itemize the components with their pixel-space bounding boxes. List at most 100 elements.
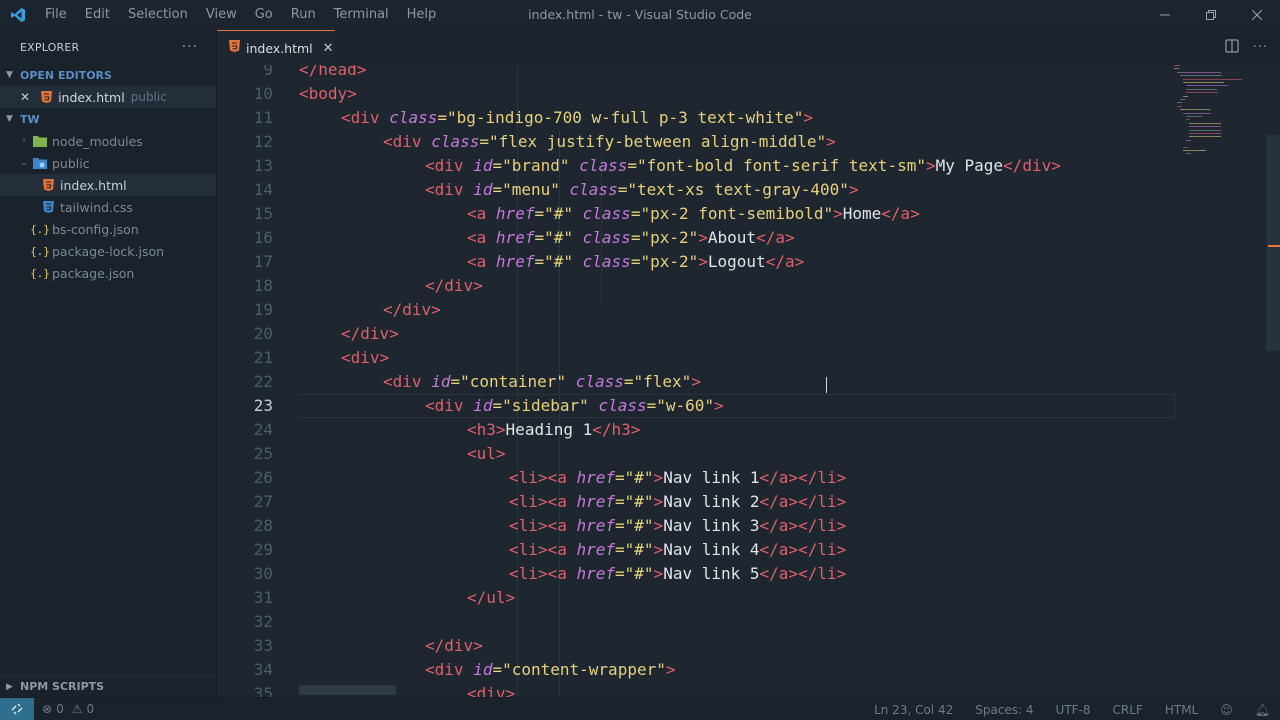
line-number: 14 (253, 180, 273, 199)
line-code: <div class="bg-indigo-700 w-full p-3 tex… (341, 108, 814, 127)
tab-index-html[interactable]: index.html ✕ (217, 30, 335, 65)
minimap-line (1189, 126, 1221, 128)
minimap-line (1186, 119, 1190, 121)
code-line: 29 <li><a href="#">Nav link 4</a></li> (217, 538, 1280, 562)
minimize-button[interactable] (1142, 0, 1188, 30)
code-line: 13 <div id="brand" class="font-bold font-… (217, 154, 1280, 178)
menu-selection[interactable]: Selection (119, 0, 197, 30)
feedback-icon[interactable]: ☺ (1220, 703, 1233, 717)
folder-open-icon (32, 157, 48, 169)
minimap-line (1183, 146, 1189, 148)
title-bar: File Edit Selection View Go Run Terminal Help i… (0, 0, 1280, 30)
minimap-line (1183, 78, 1243, 80)
tree-item[interactable]: {.} bs-config.json (0, 218, 216, 240)
menu-file[interactable]: File (36, 0, 76, 30)
status-bar: ⊗ 0 ⚠ 0 Ln 23, Col 42 Spaces: 4 UTF-8 CR… (0, 697, 1280, 720)
editor-tabs: index.html ✕ ··· (217, 30, 1280, 65)
html-file-icon (40, 179, 56, 191)
code-line: 28 <li><a href="#">Nav link 3</a></li> (217, 514, 1280, 538)
line-number: 17 (253, 252, 273, 271)
minimap-line (1189, 122, 1221, 124)
menu-bar: File Edit Selection View Go Run Terminal Help (36, 0, 445, 30)
split-editor-icon[interactable] (1225, 39, 1239, 57)
menu-help[interactable]: Help (398, 0, 446, 30)
line-number: 19 (253, 300, 273, 319)
minimap-line (1186, 139, 1191, 141)
indentation[interactable]: Spaces: 4 (975, 703, 1033, 717)
warning-count: 0 (86, 702, 95, 716)
tree-item[interactable]: › node_modules (0, 130, 216, 152)
menu-edit[interactable]: Edit (76, 0, 119, 30)
code-line: 26 <li><a href="#">Nav link 1</a></li> (217, 466, 1280, 490)
npm-scripts-section[interactable]: ▶ NPM SCRIPTS (0, 675, 216, 697)
code-line: 30 <li><a href="#">Nav link 5</a></li> (217, 562, 1280, 586)
line-code: <div> (467, 684, 516, 697)
code-line: 14 <div id="menu" class="text-xs text-gra… (217, 178, 1280, 202)
minimap-line (1180, 99, 1186, 100)
minimap-line (1186, 88, 1217, 90)
close-tab-icon[interactable]: ✕ (323, 41, 334, 56)
error-count: 0 (56, 702, 64, 716)
minimap-line (1189, 129, 1221, 131)
tree-item-label: tailwind.css (60, 199, 133, 215)
language-mode[interactable]: HTML (1165, 703, 1198, 717)
code-editor[interactable]: 9 </head> 10 <body> 11 <div class="bg-indigo-… (217, 65, 1280, 697)
text-cursor (826, 377, 827, 393)
tree-item[interactable]: tailwind.css (0, 196, 216, 218)
line-number: 20 (253, 324, 273, 343)
line-code: <div> (341, 348, 390, 367)
line-code: <body> (299, 84, 357, 103)
close-icon[interactable]: ✕ (20, 90, 30, 104)
line-number: 29 (253, 540, 273, 559)
encoding[interactable]: UTF-8 (1056, 703, 1091, 717)
code-line: 24 <h3>Heading 1</h3> (217, 418, 1280, 442)
warning-icon: ⚠ (71, 702, 83, 716)
open-editor-item[interactable]: ✕ index.html public (0, 86, 216, 108)
minimap-line (1183, 150, 1207, 151)
menu-view[interactable]: View (197, 0, 246, 30)
line-number: 11 (253, 108, 273, 127)
code-line: 22 <div id="container" class="flex"> (217, 370, 1280, 394)
line-number: 23 (253, 396, 273, 415)
line-number: 12 (253, 132, 273, 151)
line-number: 33 (253, 636, 273, 655)
cursor-position[interactable]: Ln 23, Col 42 (874, 703, 953, 717)
vertical-scrollbar[interactable] (1266, 135, 1280, 351)
minimap[interactable] (1174, 65, 1254, 175)
workspace-section[interactable]: ▼ TW (0, 108, 216, 130)
open-editors-section[interactable]: ▼ OPEN EDITORS (0, 64, 216, 86)
tree-item[interactable]: {.} package.json (0, 262, 216, 284)
code-line: 15 <a href="#" class="px-2 font-semibold"… (217, 202, 1280, 226)
problems-indicator[interactable]: ⊗ 0 ⚠ 0 (42, 702, 94, 716)
more-actions-icon[interactable]: ··· (1253, 40, 1268, 55)
tree-item[interactable]: index.html (0, 174, 216, 196)
menu-terminal[interactable]: Terminal (325, 0, 398, 30)
close-window-button[interactable] (1234, 0, 1280, 30)
more-actions-icon[interactable]: ··· (182, 39, 198, 55)
code-line: 10 <body> (217, 82, 1280, 106)
minimap-line (1174, 65, 1181, 66)
code-line: 32 (217, 610, 1280, 634)
html-file-icon (229, 40, 240, 56)
horizontal-scrollbar[interactable] (299, 685, 396, 695)
line-number: 31 (253, 588, 273, 607)
remote-icon (11, 703, 23, 715)
bell-icon[interactable]: 🔔︎ (1255, 703, 1270, 717)
tree-item[interactable]: {.} package-lock.json (0, 240, 216, 262)
restore-button[interactable] (1188, 0, 1234, 30)
tree-item[interactable]: ⌄ public (0, 152, 216, 174)
json-file-icon: {.} (30, 266, 50, 280)
menu-go[interactable]: Go (246, 0, 282, 30)
open-editors-label: OPEN EDITORS (20, 68, 112, 82)
tree-item-label: package.json (52, 265, 135, 281)
vscode-logo-icon (0, 0, 36, 30)
end-of-line[interactable]: CRLF (1113, 703, 1143, 717)
remote-indicator[interactable] (0, 697, 34, 720)
line-number: 15 (253, 204, 273, 223)
line-number: 34 (253, 660, 273, 679)
line-code: <li><a href="#">Nav link 3</a></li> (509, 516, 847, 535)
menu-run[interactable]: Run (282, 0, 325, 30)
minimap-line (1189, 136, 1221, 138)
line-code: </div> (341, 324, 399, 343)
line-code: </ul> (467, 588, 516, 607)
